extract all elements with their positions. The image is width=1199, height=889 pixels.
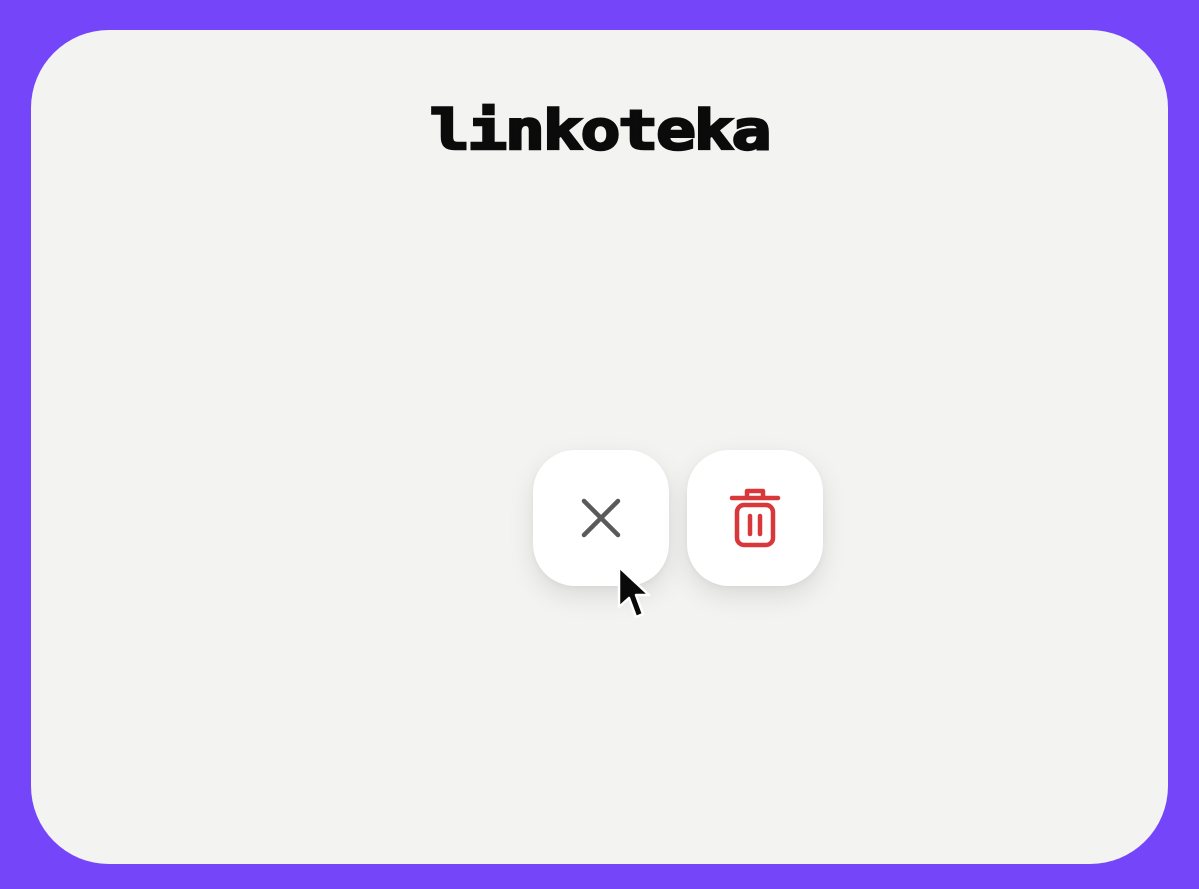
close-icon: [579, 496, 623, 540]
trash-icon: [727, 487, 783, 549]
app-logo: linkoteka: [428, 98, 773, 164]
app-window: linkoteka: [31, 30, 1168, 864]
close-button[interactable]: [533, 450, 669, 586]
delete-button[interactable]: [687, 450, 823, 586]
